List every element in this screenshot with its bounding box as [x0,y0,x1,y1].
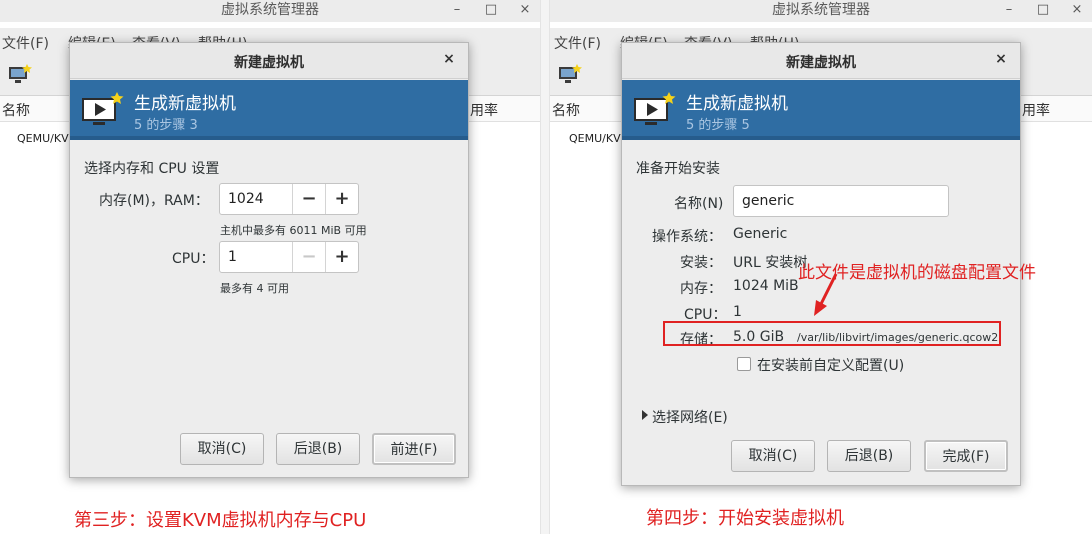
wizard-banner: 生成新虚拟机 5 的步骤 3 [70,80,468,140]
new-vm-icon[interactable] [558,64,582,84]
memory-label: 内存： [680,281,722,297]
step-caption: 第三步：设置KVM虚拟机内存与CPU [74,510,367,531]
right-screenshot: 虚拟系统管理器 – □ × 文件(F) 编辑(E) 查看(V) 帮助(H) 名称… [550,0,1092,534]
disk-annotation: 此文件是虚拟机的磁盘配置文件 [798,263,1036,283]
memory-decrement-button[interactable]: − [292,184,325,214]
step-indicator: 5 的步骤 3 [134,118,198,133]
step-indicator: 5 的步骤 5 [686,118,750,133]
minimize-button[interactable]: – [446,0,468,22]
column-usage[interactable]: 用率 [470,100,498,120]
customize-checkbox[interactable] [737,357,751,371]
forward-button[interactable]: 前进(F) [372,433,456,465]
back-button[interactable]: 后退(B) [276,433,360,465]
column-name[interactable]: 名称 [552,100,580,120]
maximize-button[interactable]: □ [480,0,502,22]
menu-file[interactable]: 文件(F) [2,33,49,53]
memory-hint: 主机中最多有 6011 MiB 可用 [220,224,367,237]
column-usage[interactable]: 用率 [1022,100,1050,120]
section-heading: 选择内存和 CPU 设置 [84,161,220,177]
network-expander[interactable]: 选择网络(E) [652,407,728,427]
dialog-titlebar: 新建虚拟机 × [70,43,468,79]
cpu-decrement-button[interactable]: − [292,242,325,272]
cpu-label: CPU： [172,251,215,267]
os-value: Generic [733,226,788,242]
cpu-increment-button[interactable]: + [325,242,358,272]
cpu-spinbox[interactable]: 1 − + [219,241,359,273]
memory-value[interactable]: 1024 [228,191,264,207]
name-label: 名称(N) [674,196,724,212]
column-name[interactable]: 名称 [2,100,30,120]
new-vm-icon[interactable] [8,64,32,84]
cancel-button[interactable]: 取消(C) [180,433,264,465]
memory-increment-button[interactable]: + [325,184,358,214]
new-vm-dialog: 新建虚拟机 × 生成新虚拟机 5 的步骤 3 选择内存和 CPU 设置 内存(M… [69,42,469,478]
cancel-button[interactable]: 取消(C) [731,440,815,472]
menu-file[interactable]: 文件(F) [554,33,601,53]
cpu-value[interactable]: 1 [228,249,237,265]
dialog-content: 选择内存和 CPU 设置 内存(M)，RAM： 1024 − + 主机中最多有 … [70,140,468,477]
section-heading: 准备开始安装 [636,161,720,177]
panel-divider [540,0,550,534]
memory-spinbox[interactable]: 1024 − + [219,183,359,215]
minimize-button[interactable]: – [998,0,1020,22]
finish-button[interactable]: 完成(F) [924,440,1008,472]
cpu-value: 1 [733,304,742,320]
install-value: URL 安装树 [733,255,808,271]
maximize-button[interactable]: □ [1032,0,1054,22]
memory-value: 1024 MiB [733,278,799,294]
cpu-hint: 最多有 4 可用 [220,282,289,295]
left-screenshot: 虚拟系统管理器 – □ × 文件(F) 编辑(E) 查看(V) 帮助(H) 名称… [0,0,540,534]
dialog-close-button[interactable]: × [440,51,458,69]
banner-title: 生成新虚拟机 [686,94,788,114]
manager-titlebar: 虚拟系统管理器 – □ × [0,0,540,22]
wizard-banner: 生成新虚拟机 5 的步骤 5 [622,80,1020,140]
close-button[interactable]: × [514,0,536,22]
close-button[interactable]: × [1066,0,1088,22]
monitor-play-icon [634,92,676,125]
storage-highlight-box [663,321,1001,346]
os-label: 操作系统： [652,229,722,245]
expander-arrow-icon[interactable] [642,410,648,420]
dialog-title: 新建虚拟机 [234,55,304,71]
customize-label[interactable]: 在安装前自定义配置(U) [757,355,904,375]
install-label: 安装： [680,255,722,271]
vm-name-value[interactable]: generic [742,193,794,209]
vm-name-input[interactable]: generic [733,185,949,217]
dialog-close-button[interactable]: × [992,51,1010,69]
banner-title: 生成新虚拟机 [134,94,236,114]
dialog-titlebar: 新建虚拟机 × [622,43,1020,79]
back-button[interactable]: 后退(B) [827,440,911,472]
manager-titlebar: 虚拟系统管理器 – □ × [550,0,1092,22]
step-caption: 第四步：开始安装虚拟机 [646,508,844,529]
dialog-title: 新建虚拟机 [786,55,856,71]
monitor-play-icon [82,92,124,125]
memory-label: 内存(M)，RAM： [99,193,209,209]
